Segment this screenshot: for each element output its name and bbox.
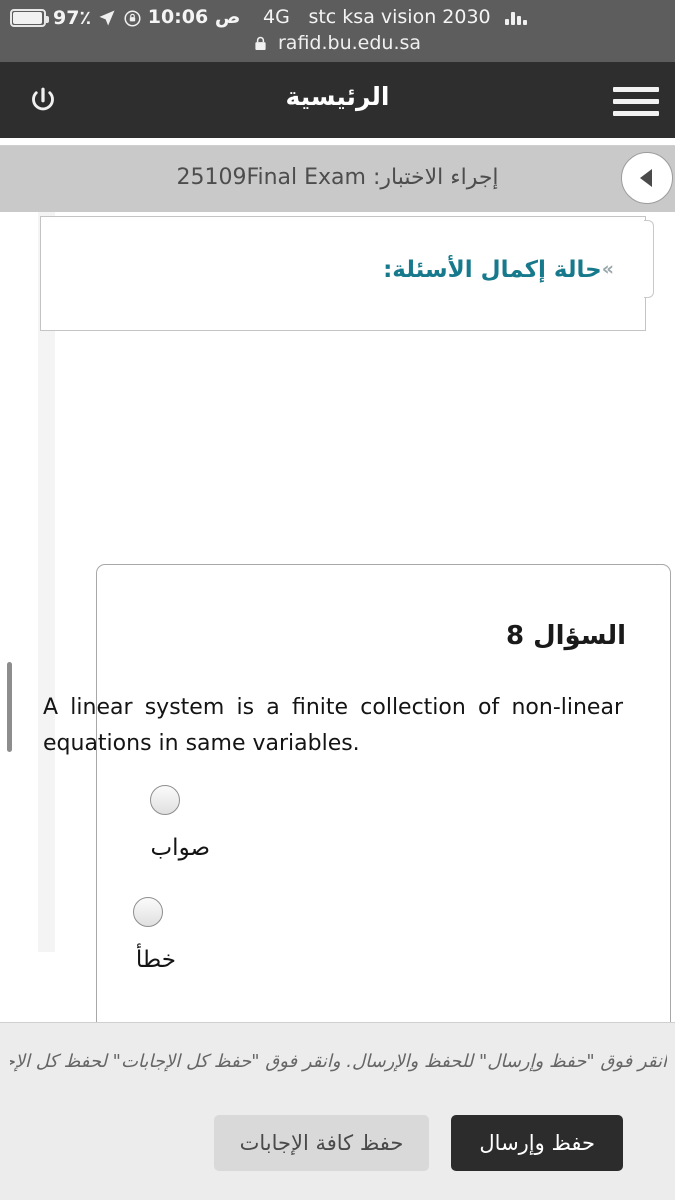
question-completion-status-heading[interactable]: »حالة إكمال الأسئلة: — [383, 257, 623, 283]
footer-instructions: انقر فوق "حفظ وإرسال" للحفظ والإرسال. وا… — [10, 1051, 667, 1072]
url-text: rafid.bu.edu.sa — [278, 32, 422, 54]
back-chevron-icon — [639, 169, 652, 187]
clock-label: 10:06 ص — [147, 6, 241, 28]
answer-option-true-label: صواب — [150, 835, 210, 861]
ios-status-bar: 97٪ 10:06 ص 4G stc ksa vision 2030 rafid… — [0, 0, 675, 62]
status-bar-center-group: 10:06 ص 4G stc ksa vision 2030 — [0, 6, 675, 28]
back-button[interactable] — [621, 152, 673, 204]
signal-bars-icon — [505, 12, 528, 25]
answer-option-false-label: خطأ — [135, 947, 176, 973]
question-completion-status-panel: »حالة إكمال الأسئلة: — [40, 216, 646, 331]
status-panel-edge — [644, 220, 654, 298]
network-type-label: 4G — [263, 6, 290, 28]
question-number-title: السؤال 8 — [505, 621, 626, 651]
page-title: الرئيسية — [285, 82, 390, 111]
app-screen: 97٪ 10:06 ص 4G stc ksa vision 2030 rafid… — [0, 0, 675, 1200]
status-heading-text: حالة إكمال الأسئلة: — [383, 257, 602, 283]
question-text: A linear system is a finite collection o… — [43, 695, 623, 756]
breadcrumb: إجراء الاختبار: 25109Final Exam — [176, 165, 499, 190]
chevron-double-down-icon: » — [601, 258, 614, 280]
exam-footer-bar: انقر فوق "حفظ وإرسال" للحفظ والإرسال. وا… — [0, 1022, 675, 1200]
app-header-bar: الرئيسية — [0, 62, 675, 138]
exam-breadcrumb-bar: إجراء الاختبار: 25109Final Exam — [0, 145, 675, 212]
radio-button-true[interactable] — [150, 785, 180, 815]
hamburger-menu-icon[interactable] — [613, 82, 659, 120]
vertical-scrollbar-thumb[interactable] — [7, 662, 12, 752]
radio-button-false[interactable] — [133, 897, 163, 927]
save-all-answers-button[interactable]: حفظ كافة الإجابات — [213, 1115, 430, 1171]
save-and-submit-button[interactable]: حفظ وإرسال — [451, 1115, 623, 1171]
carrier-label: stc ksa vision 2030 — [308, 6, 491, 28]
lock-icon — [254, 34, 267, 56]
footer-button-group: حفظ وإرسال حفظ كافة الإجابات — [213, 1115, 623, 1171]
address-bar[interactable]: rafid.bu.edu.sa — [0, 32, 675, 56]
